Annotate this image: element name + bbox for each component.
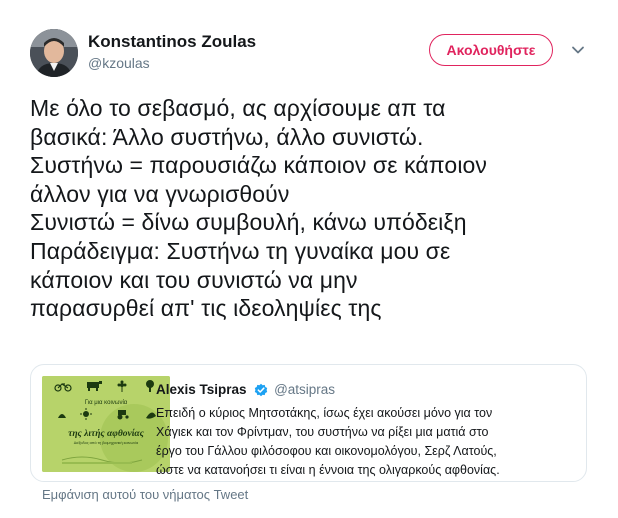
cover-title-main: της λιτής αφθονίας <box>68 428 145 439</box>
quoted-author-name: Alexis Tsipras <box>156 382 247 397</box>
quoted-tweet-line: Επειδή ο κύριος Μητσοτάκης, ίσως έχει ακ… <box>156 406 493 420</box>
avatar-photo <box>30 29 78 77</box>
quoted-tweet-line: ώστε να κατανοήσει τι είναι η έννοια της… <box>156 463 500 477</box>
tweet-line: βασικά: Άλλο συστήνω, άλλο συνιστώ. <box>30 123 424 150</box>
quoted-tweet[interactable]: Για μια κοινωνία της λιτής αφθονίας Διέξ… <box>30 364 587 482</box>
show-thread-link[interactable]: Εμφάνιση αυτού του νήματος Tweet <box>42 487 248 502</box>
author-avatar[interactable] <box>30 29 78 77</box>
quoted-tweet-text: Επειδή ο κύριος Μητσοτάκης, ίσως έχει ακ… <box>156 404 581 480</box>
tweet-line: Συνιστώ = δίνω συμβουλή, κάνω υπόδειξη <box>30 209 467 236</box>
book-cover-illustration: Για μια κοινωνία της λιτής αφθονίας Διέξ… <box>42 376 170 472</box>
author-handle[interactable]: @kzoulas <box>88 55 150 71</box>
quoted-tweet-image[interactable]: Για μια κοινωνία της λιτής αφθονίας Διέξ… <box>42 376 170 472</box>
tweet-line: άλλον για να γνωρισθούν <box>30 180 290 207</box>
cover-subtitle: Διέξοδος από τη βιομηχανική κοινωνία <box>74 441 139 445</box>
quoted-author-handle: @atsipras <box>274 382 336 397</box>
tweet-line: Με όλο το σεβασμό, ας αρχίσουμε απ τα <box>30 95 446 121</box>
chevron-down-icon[interactable] <box>570 42 586 58</box>
tweet-line: Παράδειγμα: Συστήνω τη γυναίκα μου σε <box>30 237 451 264</box>
verified-badge-icon <box>254 383 268 400</box>
follow-button-label: Ακολουθήστε <box>446 42 536 58</box>
quoted-tweet-author[interactable]: Alexis Tsipras @atsipras <box>156 382 335 400</box>
author-name[interactable]: Konstantinos Zoulas <box>88 32 256 52</box>
follow-button[interactable]: Ακολουθήστε <box>429 34 553 66</box>
tweet-line: Συστήνω = παρουσιάζω κάποιον σε κάποιον <box>30 152 488 179</box>
tweet-text: Με όλο το σεβασμό, ας αρχίσουμε απ τα βα… <box>30 94 615 323</box>
cover-title-top: Για μια κοινωνία <box>85 400 128 406</box>
quoted-tweet-line: Χάγιεκ και τον Φρίντμαν, του συστήνω να … <box>156 425 489 439</box>
tweet-line: κάποιον και του συνιστώ να μην <box>30 266 358 293</box>
tweet-line: παρασυρθεί απ' τις ιδεοληψίες της <box>30 295 382 322</box>
quoted-tweet-line: έργο του Γάλλου φιλόσοφου και οικονομολό… <box>156 444 497 458</box>
